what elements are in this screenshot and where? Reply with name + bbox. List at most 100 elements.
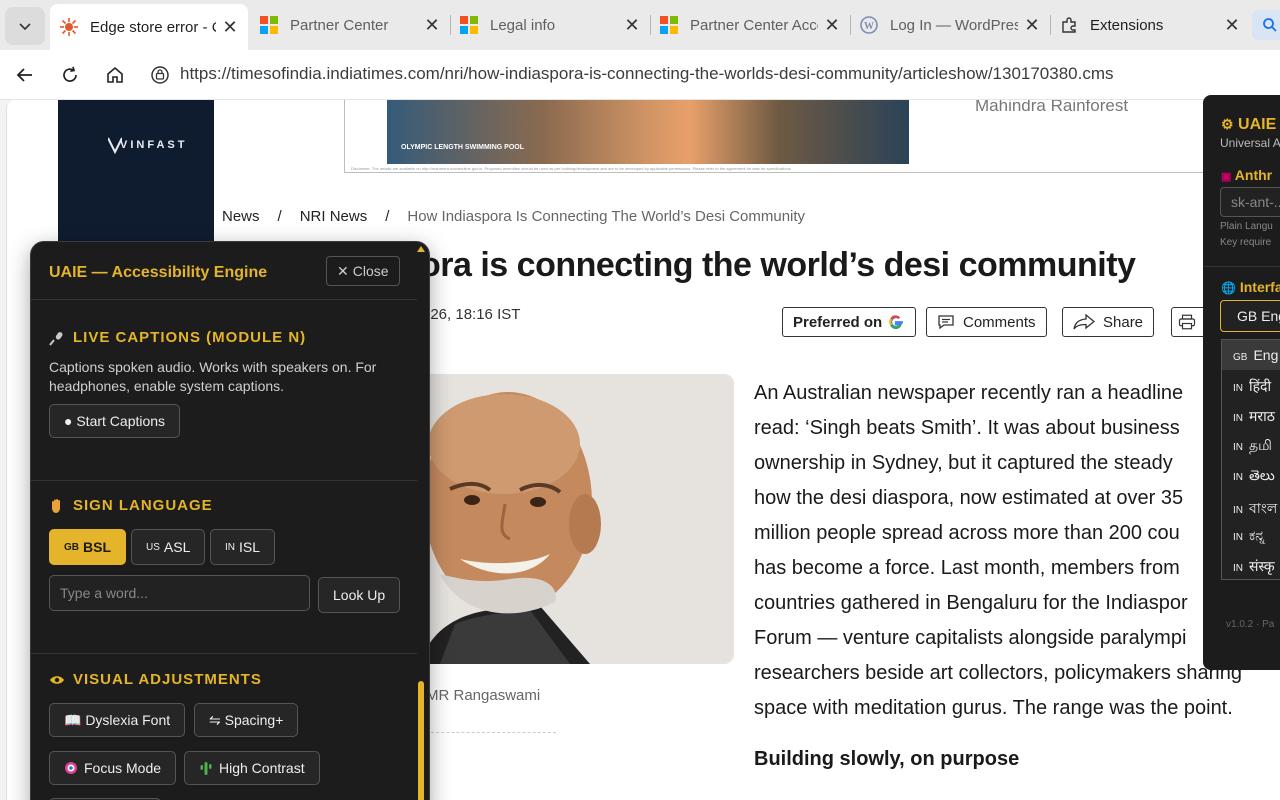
panel-scrollbar[interactable] bbox=[417, 244, 425, 800]
tab-title: Legal info bbox=[490, 16, 556, 34]
close-tab-icon[interactable]: ✕ bbox=[624, 15, 640, 36]
article-line: Forum — venture capitalists alongside pa… bbox=[754, 627, 1187, 649]
flag-code: GB bbox=[64, 541, 79, 553]
close-button[interactable]: ✕ Close bbox=[326, 256, 400, 286]
close-tab-icon[interactable]: ✕ bbox=[824, 15, 840, 36]
breadcrumb-nri-news[interactable]: NRI News bbox=[300, 208, 368, 225]
gear-icon: ⚙ bbox=[1221, 116, 1234, 132]
address-bar[interactable]: https://timesofindia.indiatimes.com/nri/… bbox=[180, 64, 1280, 84]
language-option[interactable]: IN ಕನ್ನ bbox=[1222, 520, 1280, 550]
visual-adjustments-section-title: VISUAL ADJUSTMENTS bbox=[49, 671, 262, 688]
ad-fine-print: Disclaimer: The details are available on… bbox=[351, 166, 792, 171]
tab-partner-center[interactable]: Partner Center ✕ bbox=[250, 6, 450, 44]
close-tab-icon[interactable]: ✕ bbox=[424, 15, 440, 36]
api-key-input[interactable]: sk-ant-... bbox=[1220, 187, 1280, 217]
share-icon bbox=[1073, 314, 1095, 330]
language-select[interactable]: GB Eng bbox=[1220, 300, 1280, 332]
sign-word-input[interactable] bbox=[49, 575, 310, 611]
sign-option-bsl[interactable]: GB BSL bbox=[49, 529, 126, 565]
divider bbox=[426, 732, 556, 733]
option-label: Eng bbox=[1253, 347, 1279, 363]
article-body: An Australian newspaper recently ran a h… bbox=[754, 376, 1274, 726]
uaie-settings-panel: ⚙ UAIE Universal A ▣ Anthr sk-ant-... Pl… bbox=[1203, 95, 1280, 670]
option-label: ISL bbox=[239, 539, 261, 555]
site-info-icon[interactable] bbox=[150, 65, 170, 85]
settings-subtitle: Universal A bbox=[1220, 136, 1280, 150]
sign-language-section-title: SIGN LANGUAGE bbox=[49, 497, 213, 514]
tab-legal-info[interactable]: Legal info ✕ bbox=[450, 6, 650, 44]
close-tab-icon[interactable]: ✕ bbox=[222, 17, 238, 38]
puzzle-piece-icon bbox=[1062, 17, 1076, 33]
focus-mode-button[interactable]: Focus Mode bbox=[49, 751, 177, 785]
settings-title-text: UAIE bbox=[1238, 116, 1277, 133]
tab-actions-menu-button[interactable] bbox=[5, 7, 45, 45]
option-label: संस्कृ bbox=[1249, 558, 1275, 574]
tab-wordpress-login[interactable]: W Log In — WordPres ✕ bbox=[850, 6, 1050, 44]
article-photo bbox=[420, 374, 734, 664]
start-captions-button[interactable]: ● Start Captions bbox=[49, 404, 181, 438]
eye-icon bbox=[50, 675, 64, 684]
language-option[interactable]: GB Eng bbox=[1222, 340, 1280, 370]
button-label: Focus Mode bbox=[84, 760, 162, 776]
look-up-button[interactable]: Look Up bbox=[318, 577, 401, 613]
option-label: বাংল bbox=[1249, 500, 1278, 516]
preferred-on-google-button[interactable]: Preferred on bbox=[782, 307, 917, 337]
sign-option-asl[interactable]: US ASL bbox=[131, 529, 206, 565]
home-button[interactable] bbox=[100, 60, 130, 90]
dyslexia-font-button[interactable]: 📖 Dyslexia Font bbox=[49, 703, 186, 737]
option-label: BSL bbox=[83, 539, 111, 555]
language-option[interactable]: IN हिंदी bbox=[1222, 370, 1280, 400]
print-icon bbox=[1178, 314, 1196, 330]
version-label: v1.0.2 · Pa bbox=[1226, 619, 1275, 630]
option-label: தமி bbox=[1249, 437, 1272, 453]
back-arrow-icon bbox=[16, 68, 32, 82]
article-line: how the desi diaspora, now estimated at … bbox=[754, 487, 1184, 509]
flag-code: IN bbox=[1233, 563, 1243, 574]
refresh-button[interactable] bbox=[55, 60, 85, 90]
tab-edge-store-error[interactable]: Edge store error - C ✕ bbox=[50, 4, 248, 50]
sign-option-isl[interactable]: IN ISL bbox=[210, 529, 276, 565]
close-icon: ✕ bbox=[337, 262, 349, 279]
svg-text:W: W bbox=[864, 21, 874, 32]
captions-description: Captions spoken audio. Works with speake… bbox=[49, 359, 377, 394]
scrollbar-thumb[interactable] bbox=[418, 681, 424, 800]
comments-button[interactable]: Comments bbox=[926, 307, 1047, 337]
close-tab-icon[interactable]: ✕ bbox=[1024, 15, 1040, 36]
article-dateline: 026, 18:16 IST bbox=[422, 306, 521, 323]
scroll-up-arrow-icon[interactable] bbox=[417, 246, 425, 252]
flag-code: IN bbox=[1233, 505, 1243, 516]
search-tab-button[interactable] bbox=[1252, 10, 1280, 40]
hand-icon bbox=[52, 498, 60, 513]
flag-code: IN bbox=[1233, 383, 1243, 394]
page-title: ora is connecting the world’s desi commu… bbox=[420, 246, 1136, 284]
comments-label: Comments bbox=[963, 313, 1036, 331]
option-label: हिंदी bbox=[1249, 378, 1272, 394]
option-label: ಕನ್ನ bbox=[1249, 527, 1265, 543]
language-option[interactable]: IN मराठ bbox=[1222, 400, 1280, 430]
language-option[interactable]: IN संस्कृ bbox=[1222, 550, 1280, 580]
vinfast-logo-text: VINFAST bbox=[120, 139, 188, 151]
high-contrast-button[interactable]: High Contrast bbox=[184, 751, 320, 785]
divider bbox=[31, 653, 417, 654]
anthropic-section-title: ▣ Anthr bbox=[1221, 167, 1272, 183]
tab-extensions[interactable]: Extensions ✕ bbox=[1050, 6, 1250, 44]
spacing-button[interactable]: ⇋ Spacing+ bbox=[194, 703, 299, 737]
interface-section-title: 🌐 Interfa bbox=[1221, 279, 1280, 295]
share-button[interactable]: Share bbox=[1062, 307, 1155, 337]
vinfast-ad[interactable]: VINFAST bbox=[58, 100, 214, 260]
language-option[interactable]: IN తెలు bbox=[1222, 460, 1280, 490]
language-option[interactable]: IN বাংল bbox=[1222, 490, 1280, 520]
back-button[interactable] bbox=[10, 60, 40, 90]
flag-code: GB bbox=[1233, 352, 1248, 363]
microsoft-logo-icon bbox=[460, 16, 478, 34]
close-tab-icon[interactable]: ✕ bbox=[1224, 15, 1240, 36]
uaie-accessibility-panel: UAIE — Accessibility Engine ✕ Close LIVE… bbox=[30, 241, 430, 800]
language-option[interactable]: IN தமி bbox=[1222, 430, 1280, 460]
breadcrumb-news[interactable]: News bbox=[222, 208, 260, 225]
flag-code: US bbox=[146, 541, 160, 553]
article-line: An Australian newspaper recently ran a h… bbox=[754, 382, 1184, 404]
ad-text: Mahindra Rainforest bbox=[975, 100, 1129, 115]
tab-partner-center-account[interactable]: Partner Center Acco ✕ bbox=[650, 6, 850, 44]
breadcrumb-current: How Indiaspora Is Connecting The World’s… bbox=[407, 208, 806, 225]
button-label: High Contrast bbox=[219, 760, 305, 776]
